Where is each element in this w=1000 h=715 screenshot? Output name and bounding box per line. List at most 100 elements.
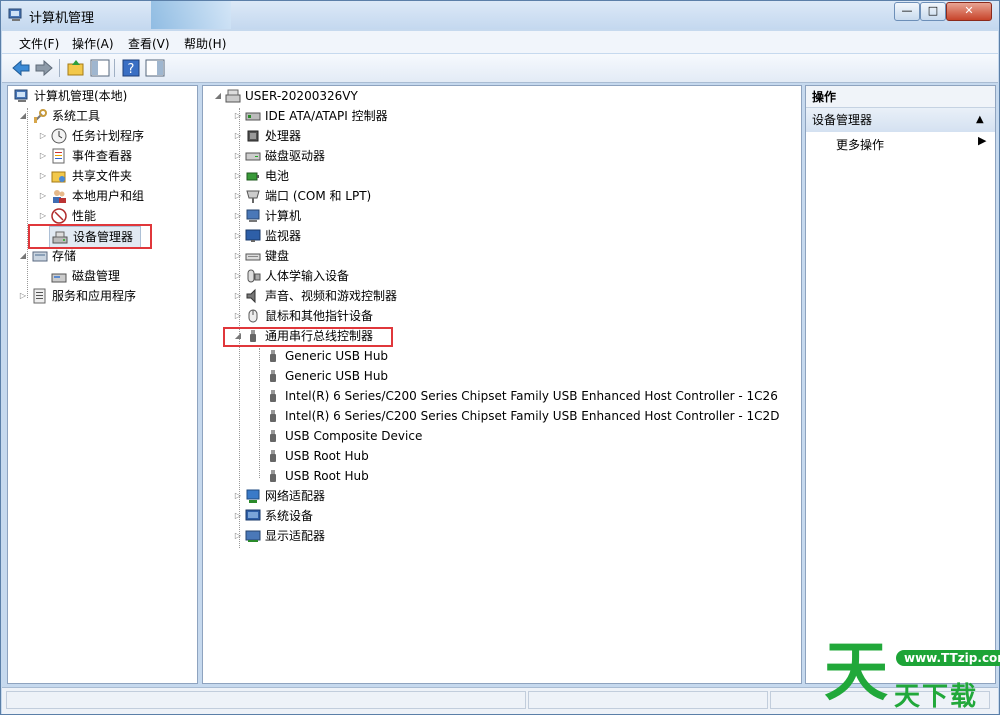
collapsed-arrow-icon[interactable]: ▷	[233, 226, 243, 246]
usb-device-item[interactable]: USB Root Hub	[253, 466, 813, 486]
tree-node-storage[interactable]: ◢ 存储	[18, 246, 193, 266]
device-category[interactable]: ▷ 网络适配器	[233, 486, 793, 506]
device-category-label: 计算机	[265, 209, 302, 223]
menu-bar: 文件(F) 操作(A) 查看(V) 帮助(H)	[2, 31, 998, 53]
collapsed-arrow-icon[interactable]: ▷	[233, 486, 243, 506]
minimize-button[interactable]: —	[894, 2, 920, 21]
help-icon[interactable]: ?	[121, 58, 141, 78]
show-hide-tree-icon[interactable]	[90, 58, 110, 78]
collapsed-arrow-icon[interactable]: ▷	[233, 506, 243, 526]
menu-file[interactable]: 文件(F)	[19, 35, 59, 52]
clock-icon	[51, 128, 67, 144]
collapsed-arrow-icon[interactable]: ▷	[233, 126, 243, 146]
device-category[interactable]: ▷ 磁盘驱动器	[233, 146, 793, 166]
device-category-label: 磁盘驱动器	[265, 149, 326, 163]
device-category[interactable]: ▷ 电池	[233, 166, 793, 186]
close-button[interactable]: ✕	[946, 2, 992, 21]
back-arrow-icon[interactable]	[11, 58, 31, 78]
usb-device-icon	[265, 388, 281, 404]
device-category[interactable]: ▷ IDE ATA/ATAPI 控制器	[233, 106, 793, 126]
tree-node-event-viewer[interactable]: ▷ 事件查看器	[38, 146, 193, 166]
more-actions-item[interactable]: 更多操作	[836, 136, 884, 153]
device-category-label: 网络适配器	[265, 489, 326, 503]
device-category[interactable]: ▷ 端口 (COM 和 LPT)	[233, 186, 793, 206]
device-category[interactable]: ▷ 计算机	[233, 206, 793, 226]
tree-node-performance[interactable]: ▷ 性能	[38, 206, 193, 226]
usb-device-item[interactable]: Generic USB Hub	[253, 346, 813, 366]
title-bar[interactable]: 计算机管理 — □ ✕	[1, 1, 999, 29]
expanded-arrow-icon[interactable]: ◢	[213, 86, 223, 106]
actions-section-device-manager[interactable]: 设备管理器 ▲	[806, 108, 995, 132]
device-category-label: 电池	[265, 169, 290, 183]
menu-help[interactable]: 帮助(H)	[184, 35, 226, 52]
usb-device-item[interactable]: Intel(R) 6 Series/C200 Series Chipset Fa…	[253, 406, 813, 426]
expanded-arrow-icon[interactable]: ◢	[18, 106, 28, 126]
collapsed-arrow-icon[interactable]: ▷	[38, 186, 48, 206]
tree-node-computer-management[interactable]: 计算机管理(本地)	[12, 86, 192, 106]
expanded-arrow-icon[interactable]: ◢	[18, 246, 28, 266]
usb-device-icon	[265, 468, 281, 484]
sound-icon	[245, 288, 261, 304]
collapsed-arrow-icon[interactable]: ▷	[18, 286, 28, 306]
maximize-button[interactable]: □	[920, 2, 946, 21]
device-category[interactable]: ▷ 处理器	[233, 126, 793, 146]
collapsed-arrow-icon[interactable]: ▷	[38, 166, 48, 186]
device-category[interactable]: ▷ 鼠标和其他指针设备	[233, 306, 793, 326]
tree-node-shared-folders[interactable]: ▷ 共享文件夹	[38, 166, 193, 186]
collapsed-arrow-icon[interactable]: ▷	[233, 206, 243, 226]
collapsed-arrow-icon[interactable]: ▷	[233, 526, 243, 546]
usb-device-item-label: USB Composite Device	[285, 429, 423, 443]
tree-node-task-scheduler[interactable]: ▷ 任务计划程序	[38, 126, 193, 146]
collapsed-arrow-icon[interactable]: ▷	[233, 106, 243, 126]
device-category[interactable]: ▷ 键盘	[233, 246, 793, 266]
menu-action[interactable]: 操作(A)	[72, 35, 114, 52]
up-folder-icon[interactable]	[66, 58, 86, 78]
device-category[interactable]: ▷ 声音、视频和游戏控制器	[233, 286, 793, 306]
collapsed-arrow-icon[interactable]: ▷	[233, 186, 243, 206]
disk-management-icon	[51, 268, 67, 284]
collapsed-arrow-icon[interactable]: ▷	[38, 206, 48, 226]
forward-arrow-icon[interactable]	[34, 58, 54, 78]
usb-device-item[interactable]: Generic USB Hub	[253, 366, 813, 386]
toolbar-separator	[59, 59, 60, 77]
device-category[interactable]: ▷ 人体学输入设备	[233, 266, 793, 286]
usb-controller-highlight	[223, 327, 393, 347]
usb-device-item[interactable]: Intel(R) 6 Series/C200 Series Chipset Fa…	[253, 386, 813, 406]
collapsed-arrow-icon[interactable]: ▷	[38, 126, 48, 146]
watermark-text: 天下载	[894, 682, 979, 712]
device-category-label: 端口 (COM 和 LPT)	[265, 189, 372, 203]
device-category[interactable]: ▷ 显示适配器	[233, 526, 793, 546]
tree-node-services-applications[interactable]: ▷ 服务和应用程序	[18, 286, 193, 306]
collapsed-arrow-icon[interactable]: ▷	[38, 146, 48, 166]
collapsed-arrow-icon[interactable]: ▷	[233, 246, 243, 266]
device-category[interactable]: ▷ 监视器	[233, 226, 793, 246]
usb-device-item-label: Intel(R) 6 Series/C200 Series Chipset Fa…	[285, 389, 778, 403]
show-action-pane-icon[interactable]	[145, 58, 165, 78]
collapsed-arrow-icon[interactable]: ▷	[233, 266, 243, 286]
collapsed-arrow-icon[interactable]: ▷	[233, 146, 243, 166]
tree-node-local-users[interactable]: ▷ 本地用户和组	[38, 186, 193, 206]
system-device-icon	[245, 508, 261, 524]
usb-device-item[interactable]: USB Root Hub	[253, 446, 813, 466]
menu-view[interactable]: 查看(V)	[128, 35, 170, 52]
device-category-label: 人体学输入设备	[265, 269, 350, 283]
tree-node-system-tools[interactable]: ◢ 系统工具	[18, 106, 193, 126]
title-decoration	[151, 1, 231, 29]
device-tree-root[interactable]: ◢ USER-20200326VY	[213, 86, 513, 106]
shared-folder-icon	[51, 168, 67, 184]
collapsed-arrow-icon[interactable]: ▷	[233, 286, 243, 306]
device-category[interactable]: ▷ 系统设备	[233, 506, 793, 526]
console-tree-pane: 计算机管理(本地) ◢ 系统工具 ▷ 任务计划程序 ▷ 事件查看器 ▷ 共享文件…	[7, 85, 198, 684]
actions-section-label: 设备管理器	[812, 113, 873, 127]
device-category-label: 系统设备	[265, 509, 314, 523]
usb-device-icon	[265, 448, 281, 464]
collapsed-arrow-icon[interactable]: ▷	[233, 166, 243, 186]
status-segment	[528, 691, 768, 709]
computer-icon	[225, 88, 241, 104]
submenu-arrow-icon[interactable]: ▶	[978, 134, 986, 147]
tree-node-disk-management[interactable]: 磁盘管理	[49, 266, 189, 286]
usb-device-icon	[265, 408, 281, 424]
usb-device-item[interactable]: USB Composite Device	[253, 426, 813, 446]
collapsed-arrow-icon[interactable]: ▷	[233, 306, 243, 326]
collapse-up-icon[interactable]: ▲	[976, 108, 984, 132]
